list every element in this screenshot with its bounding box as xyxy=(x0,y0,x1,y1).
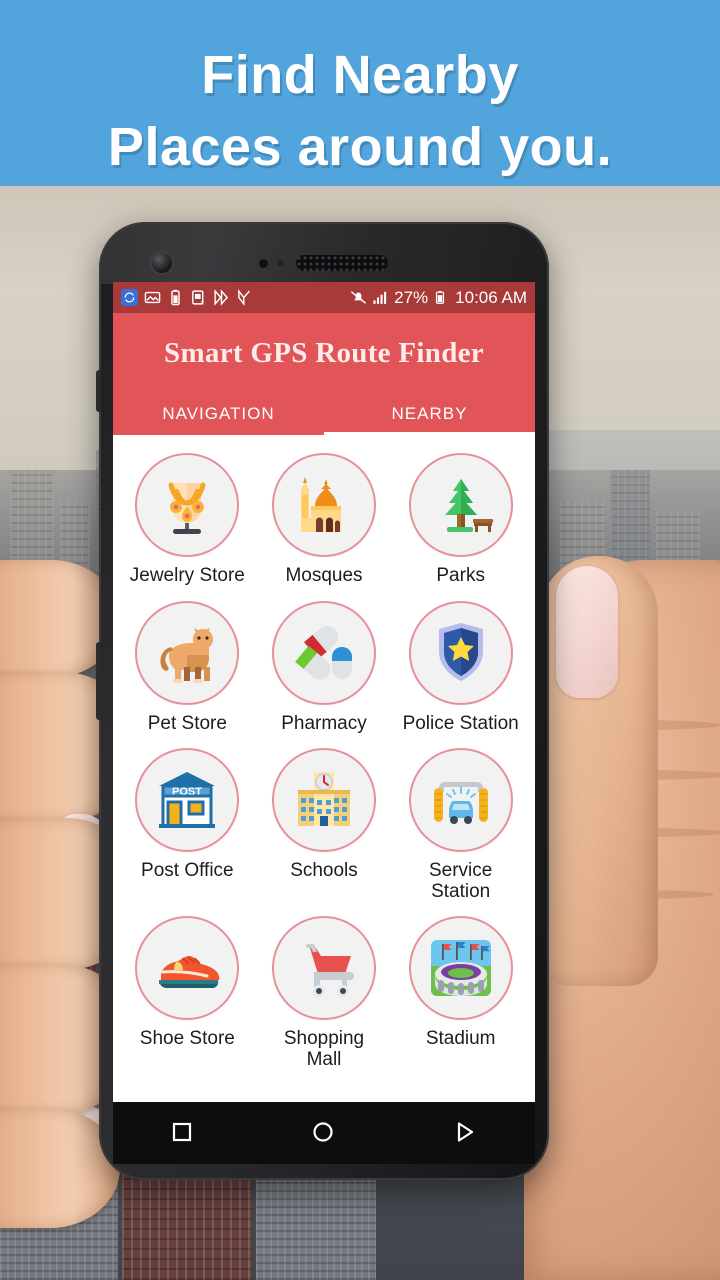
mosque-icon[interactable] xyxy=(271,453,376,557)
nearby-tile-label: Pharmacy xyxy=(281,712,367,734)
signal-bars-icon xyxy=(372,289,389,306)
ambient-light-sensor-icon xyxy=(277,260,284,267)
android-nav-bar xyxy=(113,1102,535,1164)
nearby-tile[interactable]: Mosques xyxy=(256,445,393,593)
nearby-tile-label: Shopping Mall xyxy=(283,1028,365,1070)
sneaker-icon[interactable] xyxy=(135,916,240,1021)
no-sim-icon: x xyxy=(190,289,207,307)
bell-muted-icon xyxy=(350,289,367,306)
tab-indicator xyxy=(324,432,535,435)
back-button[interactable] xyxy=(452,1120,478,1146)
tab-navigation[interactable]: NAVIGATION xyxy=(113,393,324,435)
android-status-bar: x 27% 10:06 AM xyxy=(113,282,535,313)
shopping-cart-icon[interactable] xyxy=(271,916,376,1021)
cat-icon[interactable] xyxy=(135,600,240,705)
downloads-icon xyxy=(213,289,230,306)
nearby-tile-label: Police Station xyxy=(402,712,519,734)
car-wash-icon[interactable] xyxy=(408,748,513,853)
earpiece-speaker-icon xyxy=(296,255,388,271)
battery-saver-icon xyxy=(167,289,184,306)
nearby-tile[interactable]: Pet Store xyxy=(119,593,256,741)
promo-banner: Find Nearby Places around you. xyxy=(0,0,720,186)
front-camera-icon xyxy=(149,250,175,276)
nearby-tile-label: Service Station xyxy=(428,860,493,902)
nearby-tile[interactable]: POST Post Office xyxy=(119,740,256,908)
nearby-tile-label: Pet Store xyxy=(147,712,227,734)
police-badge-icon[interactable] xyxy=(408,600,513,705)
sync-icon xyxy=(121,289,138,306)
nearby-tile-label: Schools xyxy=(290,860,358,882)
banner-headline-line2: Places around you. xyxy=(107,117,613,177)
tab-bar: NAVIGATION NEARBY xyxy=(113,393,535,435)
power-button[interactable] xyxy=(96,370,101,412)
phone-screen: x 27% 10:06 AM Smart GPS Route Finder NA… xyxy=(113,282,535,1102)
nearby-tile-label: Shoe Store xyxy=(139,1028,235,1050)
nearby-grid: Jewelry Store Mosques Parks Pet Store Ph… xyxy=(113,435,535,1076)
vpn-icon xyxy=(236,289,253,306)
stadium-icon[interactable] xyxy=(408,916,513,1021)
nearby-tile[interactable]: Police Station xyxy=(392,593,529,741)
recents-button[interactable] xyxy=(170,1120,196,1146)
nearby-tile-label: Stadium xyxy=(425,1028,496,1050)
svg-text:x: x xyxy=(201,300,205,306)
nearby-tile[interactable]: Pharmacy xyxy=(256,593,393,741)
pills-icon[interactable] xyxy=(271,600,376,705)
app-title: Smart GPS Route Finder xyxy=(164,336,484,369)
app-bar: Smart GPS Route Finder xyxy=(113,313,535,393)
home-button[interactable] xyxy=(311,1120,337,1146)
nearby-tile[interactable]: Service Station xyxy=(392,740,529,908)
battery-icon xyxy=(433,289,450,306)
nearby-tile[interactable]: Jewelry Store xyxy=(119,445,256,593)
necklace-icon[interactable] xyxy=(135,453,240,557)
tab-nearby[interactable]: NEARBY xyxy=(324,393,535,435)
nearby-tile-label: Post Office xyxy=(141,860,234,882)
screenshot-icon xyxy=(144,289,161,306)
status-clock: 10:06 AM xyxy=(455,287,527,307)
banner-headline-line1: Find Nearby xyxy=(201,45,519,105)
post-office-icon[interactable]: POST xyxy=(135,748,240,853)
nearby-tile-label: Jewelry Store xyxy=(129,565,245,586)
nearby-tile[interactable]: Shoe Store xyxy=(119,908,256,1076)
school-building-icon[interactable] xyxy=(271,748,376,853)
proximity-sensor-icon xyxy=(259,259,268,268)
phone-device: x 27% 10:06 AM Smart GPS Route Finder NA… xyxy=(96,222,549,1180)
tree-bench-icon[interactable] xyxy=(408,453,513,557)
nearby-tile[interactable]: Parks xyxy=(392,445,529,593)
battery-percent-label: 27% xyxy=(394,287,429,307)
nearby-tile-label: Mosques xyxy=(285,565,363,586)
nearby-tile[interactable]: Stadium xyxy=(392,908,529,1076)
volume-button[interactable] xyxy=(96,642,101,720)
thumbnail xyxy=(556,566,618,698)
nearby-grid-scroll[interactable]: Jewelry Store Mosques Parks Pet Store Ph… xyxy=(113,435,535,1102)
nearby-tile[interactable]: Schools xyxy=(256,740,393,908)
nearby-tile[interactable]: Shopping Mall xyxy=(256,908,393,1076)
nearby-tile-label: Parks xyxy=(436,565,485,586)
